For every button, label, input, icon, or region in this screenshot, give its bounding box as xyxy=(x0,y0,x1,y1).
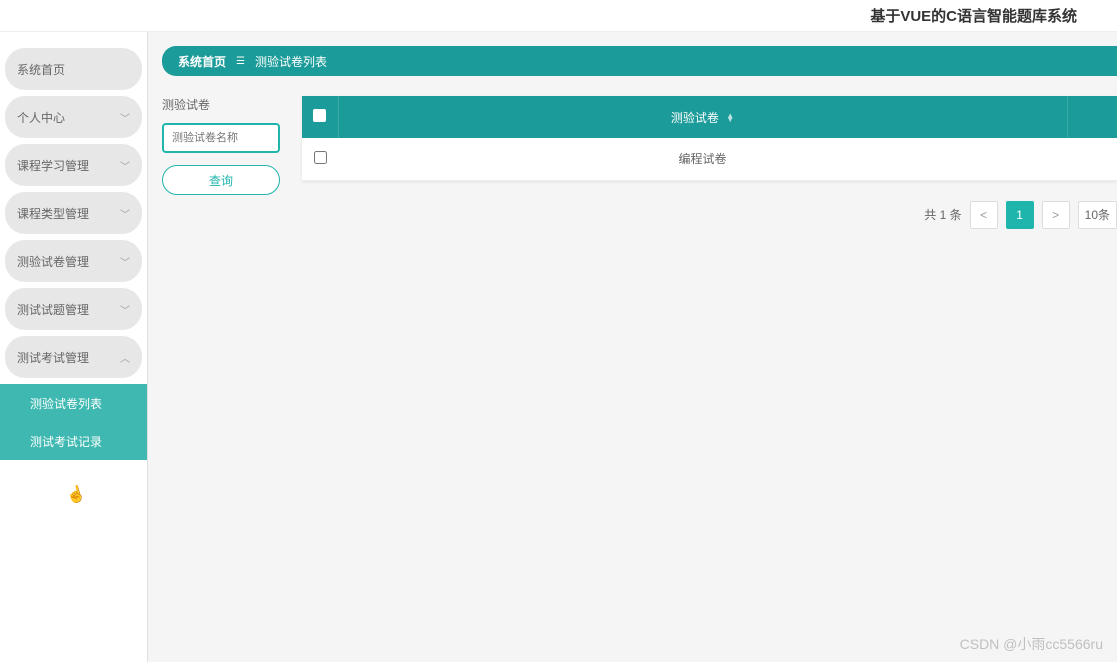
chevron-up-icon: ︿ xyxy=(120,350,130,365)
chevron-down-icon: ﹀ xyxy=(120,254,130,269)
search-label: 测验试卷 xyxy=(162,96,282,113)
table-area: 测验试卷 ▲▼ 编程试卷 xyxy=(302,96,1117,229)
chevron-down-icon: ﹀ xyxy=(120,206,130,221)
row-name: 编程试卷 xyxy=(338,138,1067,180)
search-input[interactable] xyxy=(162,123,280,153)
pagination-next[interactable]: > xyxy=(1042,201,1070,229)
app-title: 基于VUE的C语言智能题库系统 xyxy=(870,5,1077,26)
chevron-down-icon: ﹀ xyxy=(120,302,130,317)
table-header-checkbox xyxy=(302,96,338,138)
table-row[interactable]: 编程试卷 xyxy=(302,138,1117,180)
submenu-item-label: 测验试卷列表 xyxy=(30,395,102,412)
sidebar-item-label: 课程类型管理 xyxy=(17,205,89,222)
pagination-page-1[interactable]: 1 xyxy=(1006,201,1034,229)
data-table: 测验试卷 ▲▼ 编程试卷 xyxy=(302,96,1117,181)
submenu: 测验试卷列表 测试考试记录 xyxy=(5,384,142,460)
submenu-item-paper-list[interactable]: 测验试卷列表 xyxy=(0,384,147,422)
sidebar-item-label: 课程学习管理 xyxy=(17,157,89,174)
watermark: CSDN @小雨cc5566ru xyxy=(960,634,1103,654)
table-header-action xyxy=(1067,96,1117,138)
pagination: 共 1 条 < 1 > 10条 xyxy=(302,201,1117,229)
sidebar-item-label: 系统首页 xyxy=(17,61,65,78)
app-header: 基于VUE的C语言智能题库系统 xyxy=(0,0,1117,32)
sidebar-item-label: 个人中心 xyxy=(17,109,65,126)
pagination-total: 共 1 条 xyxy=(924,206,961,223)
sidebar-item-label: 测试试题管理 xyxy=(17,301,89,318)
chevron-down-icon: ﹀ xyxy=(120,110,130,125)
sidebar-item-home[interactable]: 系统首页 xyxy=(5,48,142,90)
breadcrumb-home[interactable]: 系统首页 xyxy=(178,53,226,70)
pagination-page-size[interactable]: 10条 xyxy=(1078,201,1117,229)
sidebar-item-profile[interactable]: 个人中心 ﹀ xyxy=(5,96,142,138)
table-header-name[interactable]: 测验试卷 ▲▼ xyxy=(338,96,1067,138)
submenu-item-exam-record[interactable]: 测试考试记录 xyxy=(0,422,147,460)
sidebar-item-course-study[interactable]: 课程学习管理 ﹀ xyxy=(5,144,142,186)
sort-icon: ▲▼ xyxy=(726,114,734,122)
breadcrumb: 系统首页 ☰ 测验试卷列表 xyxy=(162,46,1117,76)
row-checkbox[interactable] xyxy=(314,151,327,164)
sidebar-item-test-question[interactable]: 测试试题管理 ﹀ xyxy=(5,288,142,330)
pagination-prev[interactable]: < xyxy=(970,201,998,229)
sidebar-item-exam-paper[interactable]: 测验试卷管理 ﹀ xyxy=(5,240,142,282)
main-content: 系统首页 ☰ 测验试卷列表 测验试卷 查询 xyxy=(148,32,1117,662)
sidebar-item-label: 测验试卷管理 xyxy=(17,253,89,270)
breadcrumb-separator-icon: ☰ xyxy=(236,56,245,67)
sidebar-item-label: 测试考试管理 xyxy=(17,349,89,366)
search-panel: 测验试卷 查询 xyxy=(162,96,282,195)
breadcrumb-current: 测验试卷列表 xyxy=(255,53,327,70)
sidebar-item-course-type[interactable]: 课程类型管理 ﹀ xyxy=(5,192,142,234)
chevron-down-icon: ﹀ xyxy=(120,158,130,173)
sidebar: 系统首页 个人中心 ﹀ 课程学习管理 ﹀ 课程类型管理 ﹀ 测验试卷管理 ﹀ 测… xyxy=(0,32,148,662)
submenu-item-label: 测试考试记录 xyxy=(30,433,102,450)
search-button[interactable]: 查询 xyxy=(162,165,280,195)
select-all-checkbox[interactable] xyxy=(313,109,326,122)
sidebar-item-test-exam[interactable]: 测试考试管理 ︿ xyxy=(5,336,142,378)
